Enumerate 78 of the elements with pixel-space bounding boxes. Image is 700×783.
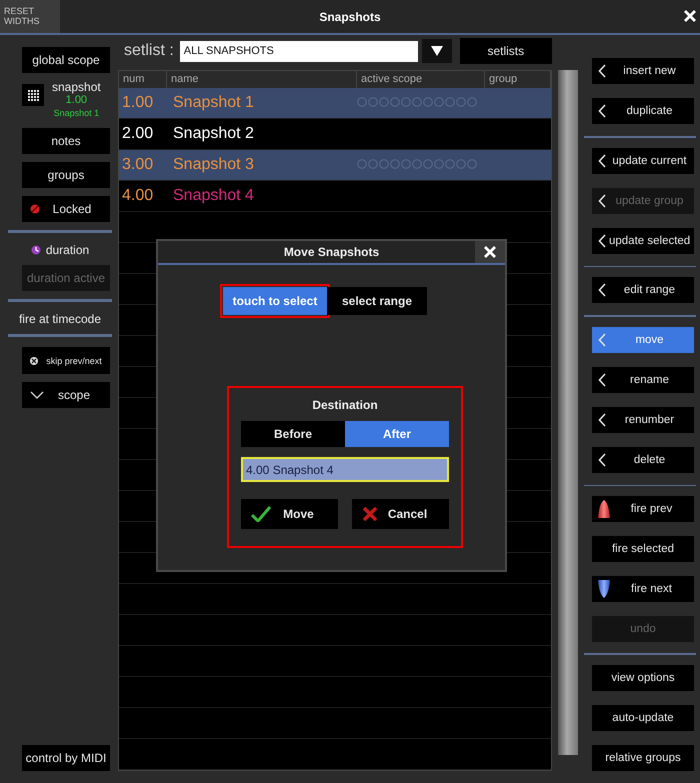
chevron-left-icon	[598, 104, 606, 118]
action-button[interactable]: rename	[592, 366, 694, 393]
action-button[interactable]: relative groups	[592, 745, 694, 771]
action-button[interactable]: insert new	[592, 58, 694, 84]
position-tab[interactable]: Before	[241, 421, 345, 447]
panel-button[interactable]: groups	[22, 162, 110, 188]
position-tab[interactable]: After	[345, 421, 449, 447]
table-row[interactable]: 1.00 Snapshot 1	[119, 88, 551, 119]
table-row[interactable]: 4.00 Snapshot 4	[119, 181, 551, 212]
close-icon	[483, 245, 497, 259]
timecode-label: fire at timecode	[18, 312, 102, 326]
mode-tab[interactable]: select range	[327, 287, 427, 315]
snapshot-name: Snapshot 1	[54, 107, 100, 120]
table-cell-text: 4.00	[121, 187, 154, 205]
close-button[interactable]	[475, 241, 505, 263]
action-button[interactable]: update current	[592, 148, 694, 174]
panel-button[interactable]: global scope	[22, 47, 110, 73]
panel-button[interactable]: Locked	[22, 196, 110, 222]
chevron-down-icon	[30, 391, 44, 399]
grid-icon	[28, 90, 38, 100]
chevron-left-icon	[598, 283, 606, 298]
action-button[interactable]: fire prev	[592, 496, 694, 522]
chevron-left-icon	[598, 64, 606, 78]
window-title: Snapshots	[319, 10, 381, 24]
bell-icon	[598, 499, 610, 520]
dropdown-button[interactable]	[422, 39, 452, 63]
table-cell-text: Snapshot 4	[172, 187, 255, 205]
action-button[interactable]: auto-update	[592, 705, 694, 731]
stop-icon	[30, 204, 40, 214]
table-cell-text: 2.00	[121, 125, 154, 143]
reset-widths-button[interactable]: RESET WIDTHS	[0, 0, 60, 33]
chevron-left-icon	[598, 412, 606, 427]
x-icon	[30, 356, 38, 364]
action-button[interactable]: duplicate	[592, 98, 694, 124]
chevron-left-icon	[598, 154, 606, 168]
table-cell-text: 3.00	[121, 156, 154, 174]
chevron-left-icon	[598, 332, 606, 347]
chevron-left-icon	[598, 452, 606, 467]
action-button[interactable]: edit range	[592, 277, 694, 304]
chevron-left-icon	[598, 194, 606, 208]
action-button[interactable]: move	[592, 326, 694, 353]
action-button[interactable]: fire next	[592, 576, 694, 602]
mode-tab[interactable]: touch to select	[223, 287, 327, 315]
chevron-left-icon	[598, 234, 606, 248]
table-cell-text: 1.00	[121, 94, 154, 112]
cancel-button[interactable]: Cancel	[352, 499, 449, 529]
action-button[interactable]: view options	[592, 665, 694, 691]
action-button[interactable]: renumber	[592, 406, 694, 433]
scrollbar[interactable]	[558, 70, 578, 755]
dialog-title: Move Snapshots	[284, 245, 380, 259]
action-button[interactable]: update selected	[592, 228, 694, 254]
table-cell-text: Snapshot 2	[172, 125, 255, 143]
setlists-button[interactable]: setlists	[460, 38, 552, 64]
snapshot-number: 1.00	[66, 94, 88, 107]
panel-button[interactable]: scope	[22, 382, 110, 408]
destination-field[interactable]: 4.00 Snapshot 4	[241, 457, 449, 482]
move-button[interactable]: Move	[241, 499, 338, 529]
setlist-dropdown[interactable]: ALL SNAPSHOTS	[180, 40, 418, 62]
destination-label: Destination	[311, 398, 379, 412]
table-cell-text: Snapshot 3	[172, 156, 255, 174]
midi-button[interactable]: control by MIDI	[22, 745, 110, 771]
setlist-label: setlist :	[124, 42, 174, 60]
snapshot-label: snapshot	[52, 81, 101, 94]
check-icon	[251, 506, 271, 522]
duration-toggle[interactable]: duration	[8, 243, 112, 257]
shield-icon	[598, 579, 610, 600]
table-cell-text: Snapshot 1	[172, 94, 255, 112]
cross-icon	[362, 506, 378, 522]
panel-button[interactable]: skip prev/next	[22, 347, 110, 374]
clock-icon	[30, 245, 41, 255]
grid-button[interactable]	[22, 84, 44, 106]
action-button[interactable]: delete	[592, 446, 694, 473]
panel-button[interactable]: notes	[22, 128, 110, 154]
triangle-down-icon	[430, 45, 443, 57]
chevron-left-icon	[598, 372, 606, 387]
close-icon[interactable]	[683, 9, 697, 23]
action-button[interactable]: fire selected	[592, 536, 694, 562]
table-row[interactable]: 3.00 Snapshot 3	[119, 150, 551, 181]
